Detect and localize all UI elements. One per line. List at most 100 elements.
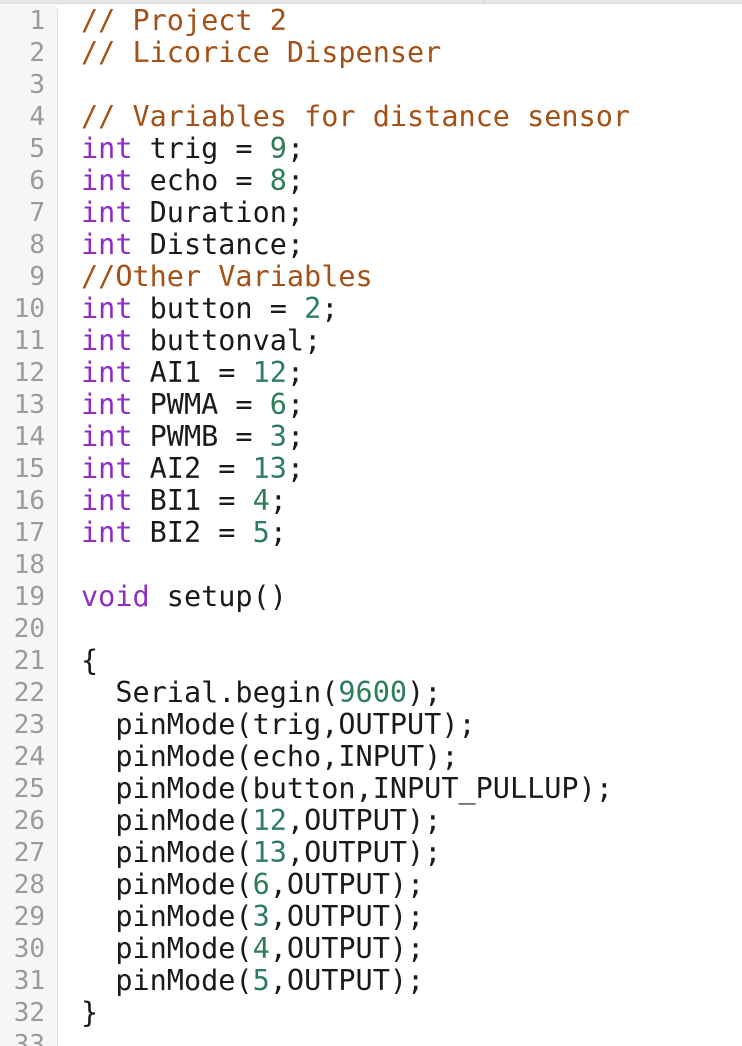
token-number: 6 [269,388,287,421]
token-plain: setup() [149,580,287,613]
token-plain: buttonval; [132,324,322,357]
token-number: 9600 [338,676,408,709]
code-line-text[interactable]: int BI2 = 5; [81,517,287,549]
code-line-text[interactable]: pinMode(5,OUTPUT); [81,965,424,997]
token-plain: BI2 = [132,516,253,549]
line-number: 33 [0,1029,58,1046]
code-line-text[interactable]: int PWMA = 6; [81,389,304,421]
code-line[interactable]: 10 int button = 2; [0,293,742,325]
code-line-text[interactable]: Serial.begin(9600); [81,677,441,709]
code-line-text[interactable]: int PWMB = 3; [81,421,304,453]
code-line-text[interactable]: int Duration; [81,197,304,229]
code-line[interactable]: 8 int Distance; [0,229,742,261]
code-line[interactable]: 19 void setup() [0,581,742,613]
token-keyword: int [81,356,133,389]
code-line-text[interactable]: } [81,997,98,1029]
code-line-text[interactable]: pinMode(3,OUTPUT); [81,901,424,933]
token-plain: ,OUTPUT); [269,900,425,933]
code-editor[interactable]: 1// Project 2 2// Licorice Dispenser 3 4// … [0,5,742,1046]
code-line-text[interactable]: pinMode(12,OUTPUT); [81,805,441,837]
code-line[interactable]: 21 { [0,645,742,677]
code-line[interactable]: 17 int BI2 = 5; [0,517,742,549]
code-line[interactable]: 14 int PWMB = 3; [0,421,742,453]
code-line-text[interactable]: { [81,645,98,677]
token-keyword: int [81,484,133,517]
code-line[interactable]: 15 int AI2 = 13; [0,453,742,485]
token-plain: PWMB = [132,420,270,453]
token-plain: ,OUTPUT); [269,964,425,997]
code-line-text[interactable]: void setup() [81,581,287,613]
line-number: 3 [0,69,58,101]
code-line-text[interactable]: int button = 2; [81,293,338,325]
code-line[interactable]: 30 pinMode(4,OUTPUT); [0,933,742,965]
code-line[interactable]: 16 int BI1 = 4; [0,485,742,517]
code-lines-container[interactable]: 1// Project 2 2// Licorice Dispenser 3 4// … [0,5,742,1046]
line-number: 32 [0,997,58,1029]
code-line-text[interactable]: int AI1 = 12; [81,357,304,389]
token-plain: ; [286,132,305,165]
code-line[interactable]: 7 int Duration; [0,197,742,229]
code-line-text[interactable]: int AI2 = 13; [81,453,304,485]
code-line[interactable]: 3 [0,69,742,101]
code-line[interactable]: 4 // Variables for distance sensor [0,101,742,133]
code-line[interactable]: 29 pinMode(3,OUTPUT); [0,901,742,933]
code-line[interactable]: 9 //Other Variables [0,261,742,293]
code-line[interactable]: 25 pinMode(button,INPUT_PULLUP); [0,773,742,805]
code-line[interactable]: 33 [0,1029,742,1046]
toolbar-divider-tick [484,0,485,4]
code-line[interactable]: 1 // Project 2 [0,5,742,37]
token-plain: Duration; [132,196,305,229]
code-line-text[interactable]: int BI1 = 4; [81,485,287,517]
code-line-text[interactable]: pinMode(4,OUTPUT); [81,933,424,965]
token-number: 6 [252,868,270,901]
token-comment: // Project 2 [81,5,287,37]
token-keyword: int [81,324,133,357]
code-line-text[interactable]: int Distance; [81,229,304,261]
line-number: 25 [0,773,58,805]
code-line[interactable]: 31 pinMode(5,OUTPUT); [0,965,742,997]
token-comment: //Other Variables [81,260,373,293]
code-line[interactable]: 22 Serial.begin(9600); [0,677,742,709]
code-line[interactable]: 13 int PWMA = 6; [0,389,742,421]
code-line[interactable]: 24 pinMode(echo,INPUT); [0,741,742,773]
token-comment: // Licorice Dispenser [81,36,442,69]
code-line-text[interactable]: int trig = 9; [81,133,304,165]
token-plain: ; [286,164,305,197]
code-line-text[interactable]: // Licorice Dispenser [81,37,441,69]
code-line-text[interactable]: pinMode(button,INPUT_PULLUP); [81,773,613,805]
code-line[interactable]: 6 int echo = 8; [0,165,742,197]
code-line-text[interactable]: // Variables for distance sensor [81,101,630,133]
code-line[interactable]: 5 int trig = 9; [0,133,742,165]
token-plain: ,OUTPUT); [286,836,442,869]
code-line[interactable]: 28 pinMode(6,OUTPUT); [0,869,742,901]
code-line-text[interactable]: pinMode(13,OUTPUT); [81,837,441,869]
token-comment: // Variables for distance sensor [81,100,631,133]
code-line[interactable]: 32} [0,997,742,1029]
token-plain: ; [286,356,305,389]
line-number: 7 [0,197,58,229]
token-number: 5 [252,964,270,997]
token-plain: ; [269,484,287,517]
code-line[interactable]: 23 pinMode(trig,OUTPUT); [0,709,742,741]
token-plain: AI1 = [132,356,253,389]
code-line[interactable]: 12 int AI1 = 12; [0,357,742,389]
code-line-text[interactable]: //Other Variables [81,261,373,293]
code-line[interactable]: 18 [0,549,742,581]
line-number: 6 [0,165,58,197]
code-line[interactable]: 11 int buttonval; [0,325,742,357]
token-number: 5 [252,516,270,549]
code-line[interactable]: 2 // Licorice Dispenser [0,37,742,69]
code-line[interactable]: 27 pinMode(13,OUTPUT); [0,837,742,869]
token-plain: { [81,644,99,677]
token-number: 4 [252,932,270,965]
code-line[interactable]: 20 [0,613,742,645]
code-line-text[interactable]: pinMode(trig,OUTPUT); [81,709,475,741]
code-line-text[interactable]: int echo = 8; [81,165,304,197]
line-number: 8 [0,229,58,261]
code-line-text[interactable]: pinMode(6,OUTPUT); [81,869,424,901]
code-line-text[interactable]: pinMode(echo,INPUT); [81,741,458,773]
line-number: 29 [0,901,58,933]
code-line-text[interactable]: // Project 2 [81,5,287,37]
code-line-text[interactable]: int buttonval; [81,325,321,357]
code-line[interactable]: 26 pinMode(12,OUTPUT); [0,805,742,837]
